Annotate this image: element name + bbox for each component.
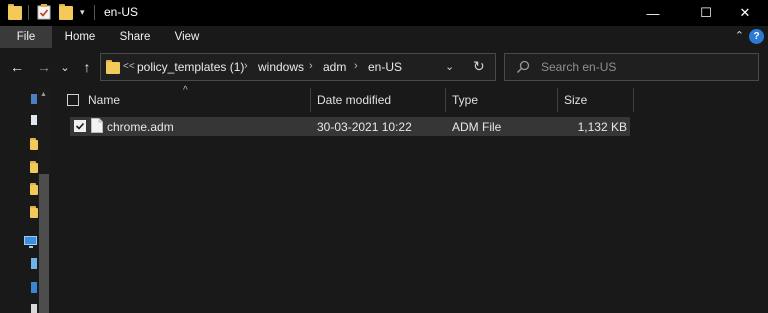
breadcrumb-item[interactable]: adm	[323, 60, 346, 74]
scrollbar-thumb[interactable]	[39, 174, 49, 313]
collapse-ribbon-icon[interactable]: ⌃	[735, 29, 744, 42]
folder-icon[interactable]	[30, 161, 38, 173]
table-row[interactable]: chrome.adm 30-03-2021 10:22 ADM File 1,1…	[70, 117, 630, 136]
breadcrumb-item[interactable]: en-US	[368, 60, 402, 74]
row-checkbox[interactable]	[74, 120, 86, 132]
address-dropdown-icon[interactable]: ⌄	[445, 60, 454, 73]
file-size: 1,132 KB	[577, 120, 627, 134]
select-all-checkbox[interactable]	[67, 94, 79, 106]
divider	[28, 5, 29, 20]
file-date-modified: 30-03-2021 10:22	[317, 120, 412, 134]
column-header-type[interactable]: Type	[452, 88, 552, 112]
checkmark-icon	[75, 122, 85, 130]
tab-share[interactable]: Share	[114, 26, 156, 48]
column-header-date-modified[interactable]: Date modified	[317, 88, 442, 112]
title-bar: ▾ en-US — ☐ ✕	[0, 0, 768, 26]
folder-icon	[106, 60, 120, 74]
file-icon	[91, 118, 103, 133]
folder-icon[interactable]	[30, 206, 38, 218]
column-divider[interactable]	[445, 88, 446, 112]
navigation-pane: ▲	[0, 88, 50, 313]
minimize-button[interactable]: —	[630, 0, 676, 26]
quick-access-icon[interactable]	[31, 94, 37, 104]
file-name: chrome.adm	[107, 120, 174, 134]
close-button[interactable]: ✕	[722, 0, 768, 26]
breadcrumb-separator[interactable]: ›	[309, 60, 313, 72]
up-arrow-icon[interactable]: ↑	[77, 56, 97, 78]
breadcrumb-separator[interactable]: ›	[244, 60, 248, 72]
refresh-icon[interactable]: ↻	[473, 58, 485, 75]
desktop-icon[interactable]	[31, 282, 37, 293]
file-type: ADM File	[452, 120, 502, 134]
breadcrumb-item[interactable]: windows	[258, 60, 304, 74]
tab-view[interactable]: View	[167, 26, 207, 48]
new-folder-icon[interactable]	[59, 4, 73, 20]
search-input[interactable]	[541, 59, 746, 75]
address-bar[interactable]: << policy_templates (1) › windows › adm …	[100, 53, 496, 81]
window-title: en-US	[104, 5, 139, 19]
folder-icon[interactable]	[30, 183, 38, 195]
column-header-size[interactable]: Size	[564, 88, 624, 112]
3d-objects-icon[interactable]	[31, 258, 37, 269]
tab-home[interactable]: Home	[59, 26, 101, 48]
divider	[94, 5, 95, 20]
column-divider[interactable]	[633, 88, 634, 112]
scroll-up-icon[interactable]: ▲	[40, 91, 47, 98]
breadcrumb-overflow[interactable]: <<	[123, 61, 135, 72]
document-icon[interactable]	[31, 115, 37, 125]
navigation-bar: ← → ⌄ ↑ << policy_templates (1) › window…	[0, 48, 768, 88]
search-box[interactable]	[504, 53, 759, 81]
ribbon-tabs: File Home Share View ⌃ ?	[0, 26, 768, 48]
tab-file[interactable]: File	[0, 26, 52, 48]
folder-icon[interactable]	[30, 138, 38, 150]
column-divider[interactable]	[557, 88, 558, 112]
file-list: ^ Name Date modified Type Size chrome.ad…	[50, 85, 768, 313]
breadcrumb-separator[interactable]: ›	[354, 60, 358, 72]
this-pc-icon[interactable]	[24, 236, 37, 245]
customize-toolbar-icon[interactable]: ▾	[80, 7, 85, 18]
help-icon[interactable]: ?	[749, 29, 764, 44]
documents-icon[interactable]	[31, 304, 37, 313]
column-header-name[interactable]: Name	[88, 88, 308, 112]
breadcrumb-item[interactable]: policy_templates (1)	[137, 60, 244, 74]
folder-icon	[8, 4, 22, 20]
properties-icon[interactable]	[37, 4, 51, 20]
back-arrow-icon[interactable]: ←	[7, 56, 27, 78]
recent-locations-icon[interactable]: ⌄	[58, 56, 72, 78]
forward-arrow-icon[interactable]: →	[34, 56, 54, 78]
search-icon	[517, 60, 530, 73]
column-divider[interactable]	[310, 88, 311, 112]
monitor-stand	[29, 246, 33, 248]
